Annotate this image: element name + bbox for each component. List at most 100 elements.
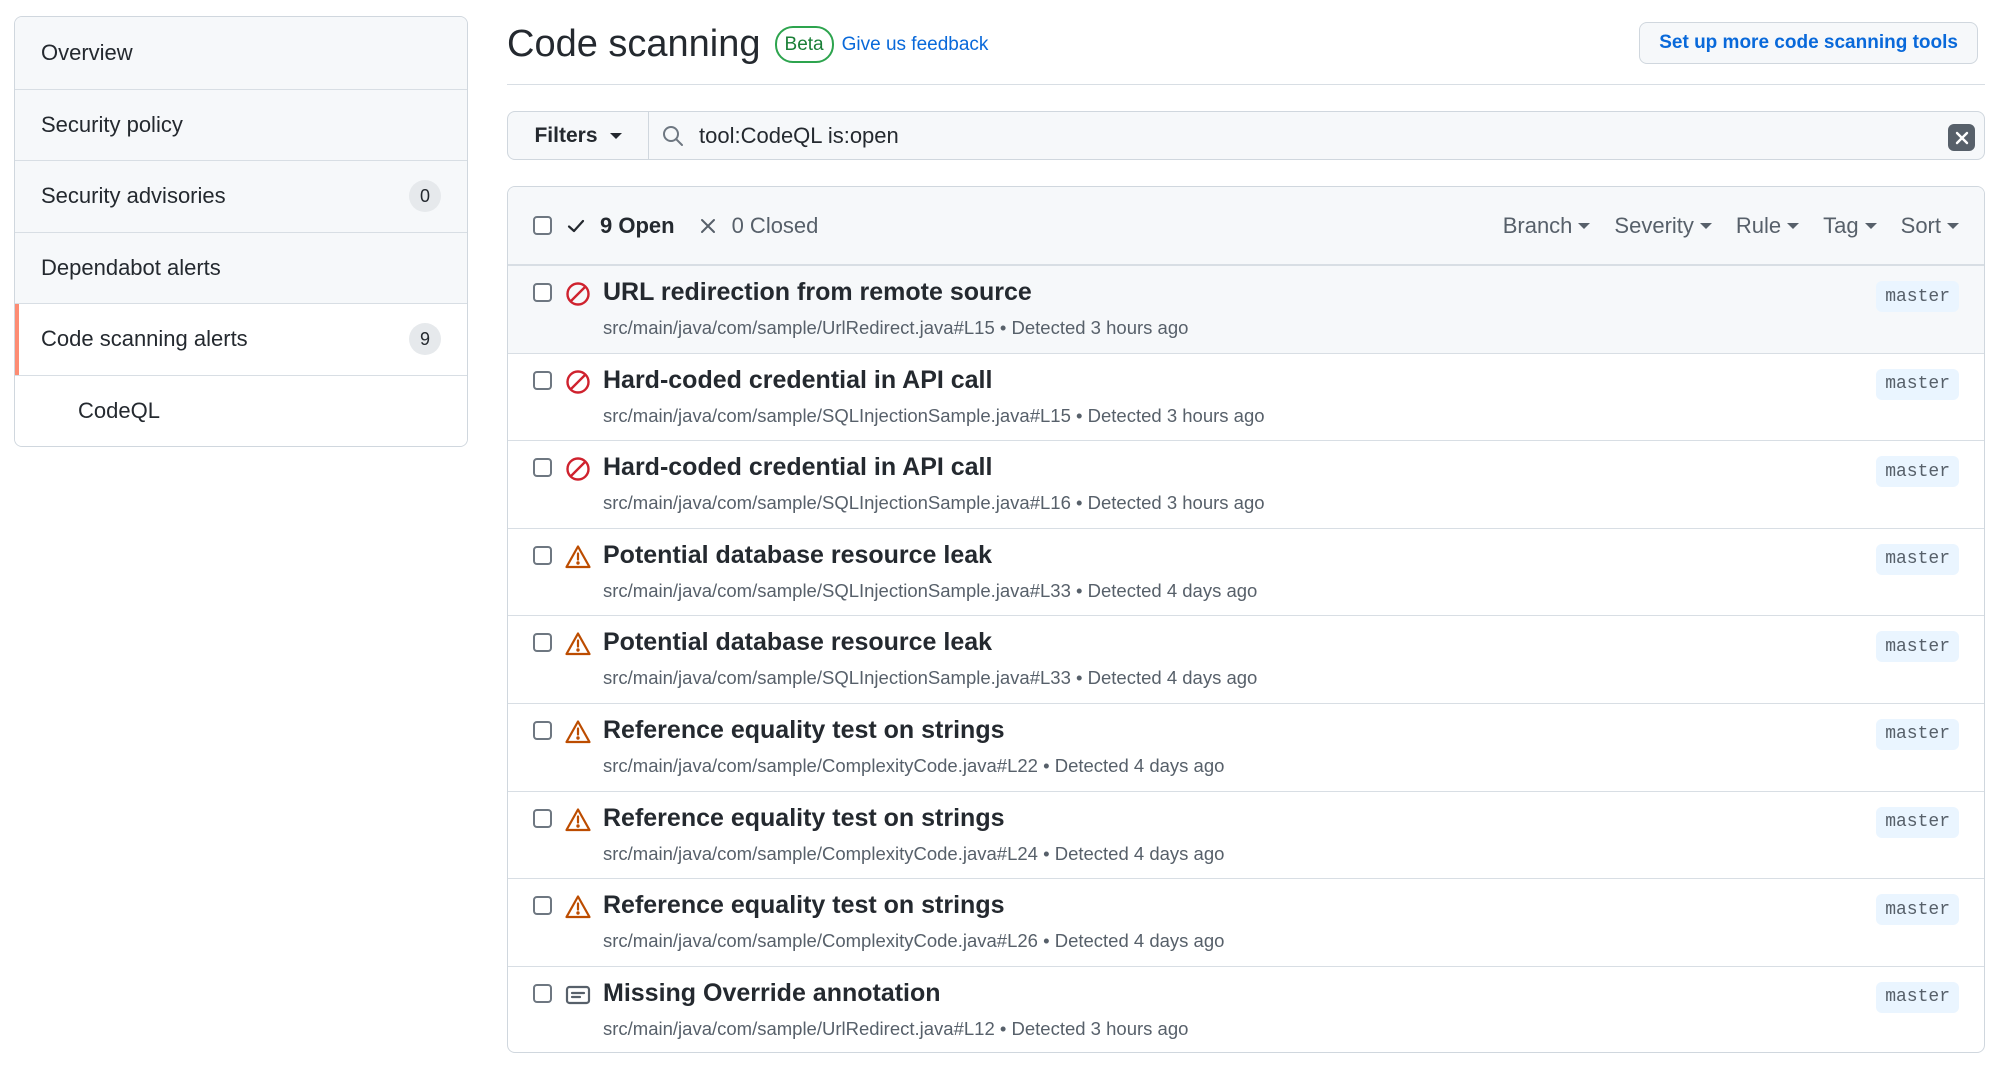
rule-dropdown[interactable]: Rule [1735,213,1800,239]
open-count-label: 9 Open [600,212,675,238]
alert-title-link[interactable]: Reference equality test on strings [603,804,1005,833]
alert-icon [565,544,591,570]
sidebar-item-security-advisories[interactable]: Security advisories 0 [15,160,467,232]
chevron-down-icon [1787,223,1800,229]
stop-icon [565,281,591,307]
meta-separator: • [1070,579,1088,601]
alert-file-path[interactable]: src/main/java/com/sample/SQLInjectionSam… [603,667,1071,688]
setup-more-tools-button[interactable]: Set up more code scanning tools [1639,22,1978,64]
alert-checkbox[interactable] [533,545,552,565]
clear-search-button[interactable] [1948,124,1975,151]
alert-file-path[interactable]: src/main/java/com/sample/SQLInjectionSam… [603,405,1071,426]
alert-detected-time: Detected 4 days ago [1087,667,1258,689]
closed-filter-tab[interactable]: 0 Closed [697,212,819,239]
alert-detected-time: Detected 3 hours ago [1087,404,1265,426]
alert-meta: src/main/java/com/sample/ComplexityCode.… [603,930,1224,952]
alert-row: Hard-coded credential in API call src/ma… [508,440,1984,528]
alert-meta: src/main/java/com/sample/ComplexityCode.… [603,843,1224,865]
open-filter-tab[interactable]: 9 Open [565,213,675,239]
alert-checkbox[interactable] [533,458,552,478]
alert-detected-time: Detected 4 days ago [1087,579,1258,601]
counter-badge: 0 [409,180,441,213]
chevron-down-icon [1864,223,1877,229]
alert-file-path[interactable]: src/main/java/com/sample/ComplexityCode.… [603,930,1038,951]
alert-row: Reference equality test on strings src/m… [508,790,1984,879]
alert-row: Potential database resource leak src/mai… [508,615,1984,703]
alert-checkbox[interactable] [533,283,552,302]
alert-icon [565,719,591,745]
alert-icon [565,894,591,920]
meta-separator: • [994,1017,1012,1039]
alert-title-link[interactable]: Potential database resource leak [603,541,992,570]
alert-file-path[interactable]: src/main/java/com/sample/UrlRedirect.jav… [603,1018,995,1039]
tag-dropdown[interactable]: Tag [1823,213,1877,239]
alert-checkbox[interactable] [533,983,552,1003]
sidebar-item-code-scanning-alerts[interactable]: Code scanning alerts 9 [15,303,467,375]
alert-checkbox[interactable] [533,720,552,740]
alert-file-path[interactable]: src/main/java/com/sample/SQLInjectionSam… [603,580,1071,601]
alert-icon [565,631,591,657]
sidebar-item-dependabot-alerts[interactable]: Dependabot alerts [15,231,467,303]
sidebar-item-label: Code scanning alerts [41,326,248,352]
alert-row: Reference equality test on strings src/m… [508,702,1984,791]
alert-detected-time: Detected 4 days ago [1054,842,1225,864]
alert-title-link[interactable]: Hard-coded credential in API call [603,453,992,482]
alert-row: URL redirection from remote source src/m… [508,265,1984,353]
alert-title-link[interactable]: Reference equality test on strings [603,891,1005,920]
list-filters: Branch Severity Rule Tag Sort [1503,187,1959,265]
sidebar-item-label: Dependabot alerts [41,254,221,280]
alert-title-link[interactable]: Potential database resource leak [603,628,992,657]
alert-checkbox[interactable] [533,633,552,653]
alert-meta: src/main/java/com/sample/SQLInjectionSam… [603,492,1265,514]
alerts-list-header: 9 Open 0 Closed Branch Severity Rule Tag… [508,187,1984,265]
dropdown-label: Rule [1735,213,1782,238]
filters-button[interactable]: Filters [508,112,649,159]
sort-dropdown[interactable]: Sort [1901,213,1959,239]
stop-icon [565,456,591,482]
sidebar-item-overview[interactable]: Overview [15,17,467,89]
feedback-link[interactable]: Give us feedback [842,34,989,56]
meta-separator: • [1070,667,1088,689]
page-title: Code scanning [507,23,761,65]
alert-meta: src/main/java/com/sample/UrlRedirect.jav… [603,317,1188,339]
meta-separator: • [1070,492,1088,514]
sidebar-item-label: CodeQL [78,397,160,423]
alert-detected-time: Detected 3 hours ago [1011,1017,1189,1039]
sidebar-item-security-policy[interactable]: Security policy [15,88,467,160]
closed-count-label: 0 Closed [731,212,819,238]
alert-title-link[interactable]: Hard-coded credential in API call [603,366,992,395]
alert-rows: URL redirection from remote source src/m… [508,265,1984,1052]
alert-file-path[interactable]: src/main/java/com/sample/ComplexityCode.… [603,843,1038,864]
alert-file-path[interactable]: src/main/java/com/sample/SQLInjectionSam… [603,492,1071,513]
alert-detected-time: Detected 3 hours ago [1087,492,1265,514]
alert-file-path[interactable]: src/main/java/com/sample/ComplexityCode.… [603,755,1038,776]
meta-separator: • [1037,842,1055,864]
alert-detected-time: Detected 3 hours ago [1011,317,1189,338]
alert-title-link[interactable]: Missing Override annotation [603,979,941,1008]
meta-separator: • [1037,930,1055,952]
alert-checkbox[interactable] [533,808,552,828]
dropdown-label: Sort [1900,213,1941,238]
alert-checkbox[interactable] [533,896,552,916]
branch-label: master [1876,806,1959,838]
search-input[interactable] [699,122,1899,149]
alert-checkbox[interactable] [533,370,552,390]
sidebar-item-codeql[interactable]: CodeQL [15,374,467,446]
stop-icon [565,369,591,395]
alert-meta: src/main/java/com/sample/UrlRedirect.jav… [603,1018,1188,1040]
branch-label: master [1876,718,1959,750]
beta-badge: Beta [774,26,834,63]
alert-title-link[interactable]: URL redirection from remote source [603,278,1032,307]
alert-file-path[interactable]: src/main/java/com/sample/UrlRedirect.jav… [603,317,995,338]
security-sidebar: Overview Security policy Security adviso… [14,16,468,447]
severity-dropdown[interactable]: Severity [1614,213,1712,239]
filters-label: Filters [534,123,598,147]
branch-label: master [1876,543,1959,575]
select-all-checkbox[interactable] [533,216,552,235]
branch-dropdown[interactable]: Branch [1503,213,1591,239]
chevron-down-icon [1947,223,1959,229]
branch-label: master [1876,981,1959,1013]
sidebar-item-label: Security policy [41,111,183,137]
alert-title-link[interactable]: Reference equality test on strings [603,716,1005,745]
branch-label: master [1876,894,1959,926]
